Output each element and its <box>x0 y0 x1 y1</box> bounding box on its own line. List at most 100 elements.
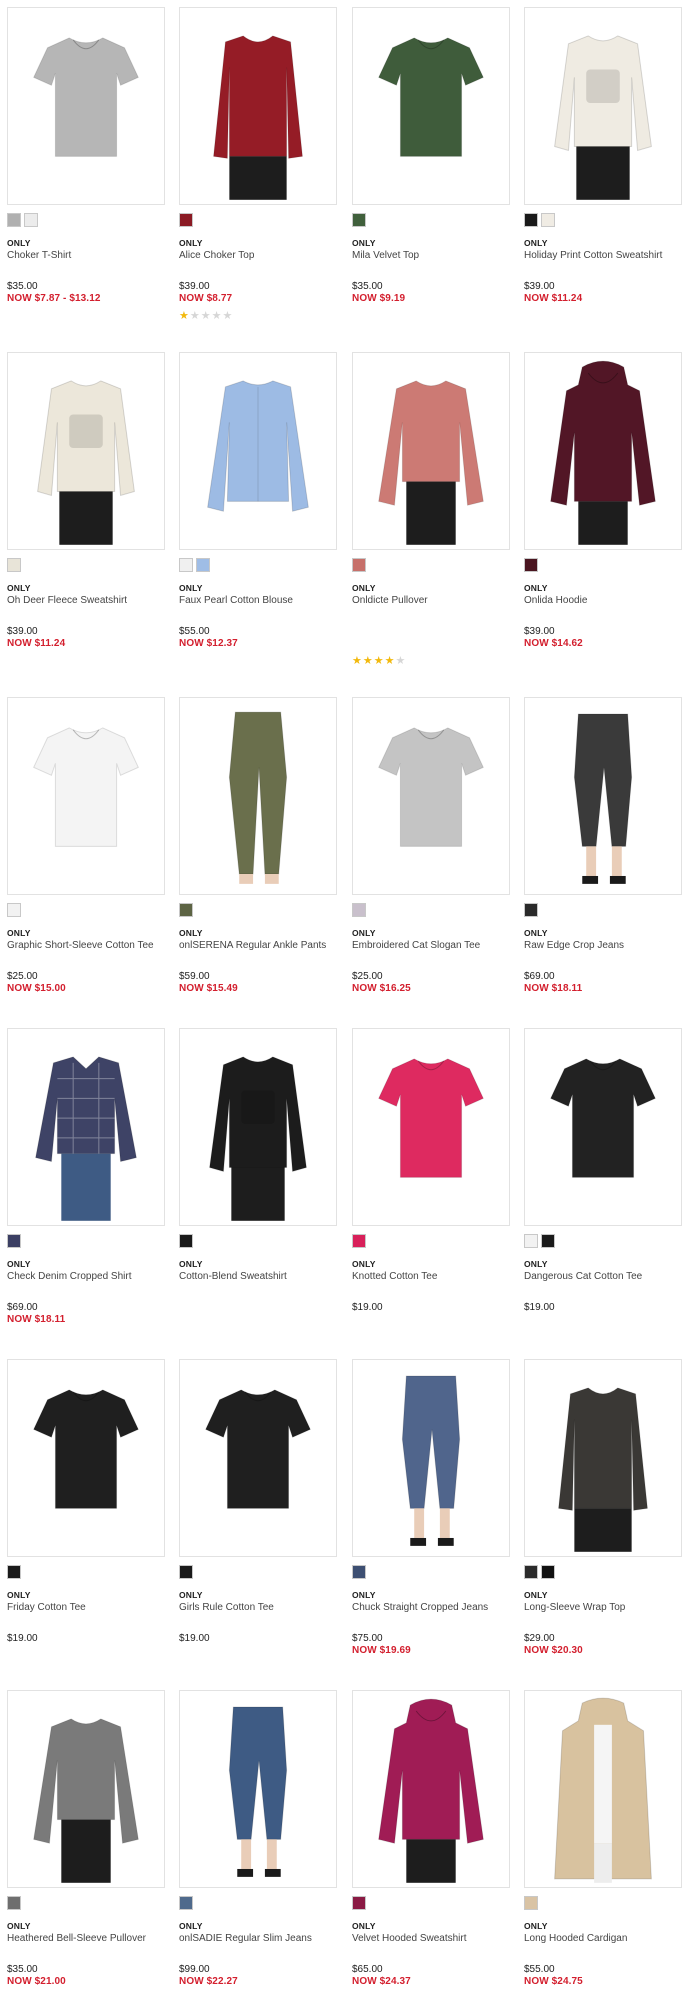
color-swatch[interactable] <box>352 1234 366 1248</box>
product-card[interactable]: ONLY Long Hooded Cardigan $55.00 NOW $24.75 <box>524 1690 686 2007</box>
product-card[interactable]: ONLY onlSERENA Regular Ankle Pants $59.00 N… <box>179 697 341 1017</box>
product-name[interactable]: Heathered Bell-Sleeve Pullover <box>7 1933 146 1944</box>
color-swatch[interactable] <box>524 1565 538 1579</box>
product-card[interactable]: ONLY Alice Choker Top $39.00 NOW $8.77 ★★★★★ <box>179 7 341 327</box>
color-swatch[interactable] <box>524 1896 538 1910</box>
color-swatch[interactable] <box>524 1234 538 1248</box>
color-swatch[interactable] <box>24 213 38 227</box>
product-name[interactable]: Alice Choker Top <box>179 250 254 261</box>
product-name[interactable]: Graphic Short-Sleeve Cotton Tee <box>7 940 154 951</box>
color-swatch[interactable] <box>7 558 21 572</box>
product-card[interactable]: ONLY Raw Edge Crop Jeans $69.00 NOW $18.11 <box>524 697 686 1017</box>
color-swatch[interactable] <box>352 903 366 917</box>
product-image[interactable] <box>179 7 337 205</box>
product-card[interactable]: ONLY Oh Deer Fleece Sweatshirt $39.00 NOW $… <box>7 352 169 672</box>
product-card[interactable]: ONLY Cotton-Blend Sweatshirt <box>179 1028 341 1348</box>
product-image[interactable] <box>7 697 165 895</box>
product-card[interactable]: ONLY Onlida Hoodie $39.00 NOW $14.62 <box>524 352 686 672</box>
product-card[interactable]: ONLY Velvet Hooded Sweatshirt $65.00 NOW $2… <box>352 1690 514 2007</box>
color-swatch[interactable] <box>179 1234 193 1248</box>
product-image[interactable] <box>7 1028 165 1226</box>
product-name[interactable]: Onlida Hoodie <box>524 595 587 606</box>
product-image[interactable] <box>524 7 682 205</box>
product-card[interactable]: ONLY Girls Rule Cotton Tee $19.00 <box>179 1359 341 1679</box>
color-swatch[interactable] <box>352 1565 366 1579</box>
product-card[interactable]: ONLY Knotted Cotton Tee $19.00 <box>352 1028 514 1348</box>
product-card[interactable]: ONLY Holiday Print Cotton Sweatshirt $39.0… <box>524 7 686 327</box>
color-swatch[interactable] <box>179 213 193 227</box>
product-image[interactable] <box>524 352 682 550</box>
product-card[interactable]: ONLY Mila Velvet Top $35.00 NOW $9.19 <box>352 7 514 327</box>
product-image[interactable] <box>524 1028 682 1226</box>
product-image[interactable] <box>352 352 510 550</box>
product-image[interactable] <box>179 1690 337 1888</box>
product-image[interactable] <box>7 352 165 550</box>
product-name[interactable]: Faux Pearl Cotton Blouse <box>179 595 293 606</box>
product-name[interactable]: Mila Velvet Top <box>352 250 419 261</box>
product-image[interactable] <box>7 7 165 205</box>
color-swatch[interactable] <box>7 1234 21 1248</box>
color-swatch[interactable] <box>179 1565 193 1579</box>
product-image[interactable] <box>352 1359 510 1557</box>
color-swatch[interactable] <box>352 558 366 572</box>
product-name[interactable]: Girls Rule Cotton Tee <box>179 1602 274 1613</box>
product-image[interactable] <box>352 7 510 205</box>
product-image[interactable] <box>179 1359 337 1557</box>
color-swatch[interactable] <box>541 1234 555 1248</box>
product-image[interactable] <box>179 352 337 550</box>
color-swatch[interactable] <box>7 213 21 227</box>
product-image[interactable] <box>179 1028 337 1226</box>
color-swatch[interactable] <box>7 903 21 917</box>
color-swatch[interactable] <box>352 213 366 227</box>
product-card[interactable]: ONLY Onldicte Pullover ★★★★★ <box>352 352 514 672</box>
product-name[interactable]: onlSERENA Regular Ankle Pants <box>179 940 326 951</box>
product-card[interactable]: ONLY Heathered Bell-Sleeve Pullover $35.00… <box>7 1690 169 2007</box>
color-swatch[interactable] <box>196 558 210 572</box>
product-card[interactable]: ONLY Faux Pearl Cotton Blouse $55.00 NOW $1… <box>179 352 341 672</box>
product-image[interactable] <box>524 697 682 895</box>
product-name[interactable]: Holiday Print Cotton Sweatshirt <box>524 250 662 261</box>
color-swatch[interactable] <box>179 1896 193 1910</box>
product-card[interactable]: ONLY onlSADIE Regular Slim Jeans $99.00 NOW… <box>179 1690 341 2007</box>
color-swatch[interactable] <box>7 1896 21 1910</box>
product-image[interactable] <box>352 697 510 895</box>
product-card[interactable]: ONLY Choker T-Shirt $35.00 NOW $7.87 - $13.… <box>7 7 169 327</box>
color-swatch[interactable] <box>541 213 555 227</box>
product-image[interactable] <box>524 1359 682 1557</box>
product-image[interactable] <box>7 1690 165 1888</box>
color-swatch[interactable] <box>179 558 193 572</box>
color-swatch[interactable] <box>541 1565 555 1579</box>
product-name[interactable]: Embroidered Cat Slogan Tee <box>352 940 480 951</box>
color-swatch[interactable] <box>7 1565 21 1579</box>
product-name[interactable]: Friday Cotton Tee <box>7 1602 86 1613</box>
product-card[interactable]: ONLY Dangerous Cat Cotton Tee $19.00 <box>524 1028 686 1348</box>
product-card[interactable]: ONLY Chuck Straight Cropped Jeans $75.00 NO… <box>352 1359 514 1679</box>
product-card[interactable]: ONLY Long-Sleeve Wrap Top $29.00 NOW $20.30 <box>524 1359 686 1679</box>
product-name[interactable]: Choker T-Shirt <box>7 250 71 261</box>
product-name[interactable]: Check Denim Cropped Shirt <box>7 1271 132 1282</box>
color-swatch[interactable] <box>352 1896 366 1910</box>
product-card[interactable]: ONLY Friday Cotton Tee $19.00 <box>7 1359 169 1679</box>
product-name[interactable]: Raw Edge Crop Jeans <box>524 940 624 951</box>
product-name[interactable]: onlSADIE Regular Slim Jeans <box>179 1933 312 1944</box>
product-image[interactable] <box>352 1690 510 1888</box>
product-image[interactable] <box>352 1028 510 1226</box>
product-image[interactable] <box>524 1690 682 1888</box>
product-name[interactable]: Dangerous Cat Cotton Tee <box>524 1271 642 1282</box>
product-card[interactable]: ONLY Graphic Short-Sleeve Cotton Tee $25.0… <box>7 697 169 1017</box>
product-name[interactable]: Long Hooded Cardigan <box>524 1933 627 1944</box>
color-swatch[interactable] <box>524 213 538 227</box>
color-swatch[interactable] <box>524 558 538 572</box>
product-name[interactable]: Chuck Straight Cropped Jeans <box>352 1602 488 1613</box>
product-name[interactable]: Velvet Hooded Sweatshirt <box>352 1933 467 1944</box>
product-name[interactable]: Oh Deer Fleece Sweatshirt <box>7 595 127 606</box>
product-name[interactable]: Long-Sleeve Wrap Top <box>524 1602 625 1613</box>
product-card[interactable]: ONLY Check Denim Cropped Shirt $69.00 NOW $… <box>7 1028 169 1348</box>
color-swatch[interactable] <box>524 903 538 917</box>
product-image[interactable] <box>179 697 337 895</box>
color-swatch[interactable] <box>179 903 193 917</box>
product-name[interactable]: Cotton-Blend Sweatshirt <box>179 1271 287 1282</box>
product-image[interactable] <box>7 1359 165 1557</box>
product-name[interactable]: Onldicte Pullover <box>352 595 428 606</box>
product-name[interactable]: Knotted Cotton Tee <box>352 1271 437 1282</box>
